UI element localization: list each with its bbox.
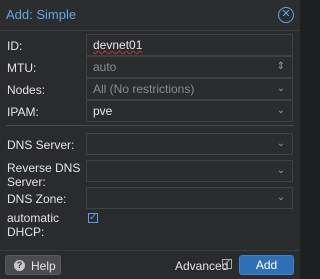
dns-zone-select[interactable]: ⌄ (86, 187, 293, 209)
row-ipam: IPAM: pve ⌄ (0, 100, 300, 124)
row-id: ID: devnet01 (0, 34, 300, 58)
row-nodes: Nodes: All (No restrictions) ⌄ (0, 78, 300, 102)
ipam-select[interactable]: pve ⌄ (86, 100, 293, 122)
mtu-placeholder: auto (93, 60, 117, 74)
add-button[interactable]: Add (239, 255, 294, 275)
mtu-label: MTU: (7, 61, 37, 75)
automatic-dhcp-label: automatic DHCP: (7, 211, 59, 239)
dialog-footer: ? Help Advanced ✓ Add (0, 250, 300, 279)
chevron-down-icon[interactable]: ⌄ (275, 104, 287, 118)
id-value: devnet01 (93, 38, 143, 52)
automatic-dhcp-label-line1: automatic (7, 211, 60, 225)
ipam-label: IPAM: (7, 105, 39, 119)
chevron-down-icon[interactable]: ⌄ (275, 191, 287, 205)
automatic-dhcp-checkbox[interactable]: ✓ (88, 213, 98, 223)
close-icon[interactable]: ✕ (278, 7, 294, 23)
mtu-field[interactable]: auto ⇕ (86, 56, 293, 78)
help-button[interactable]: ? Help (5, 255, 61, 275)
help-icon: ? (14, 260, 25, 271)
id-label: ID: (7, 39, 23, 53)
row-automatic-dhcp: automatic DHCP: (0, 210, 300, 240)
advanced-label: Advanced (175, 259, 229, 273)
spinner-icon[interactable]: ⇕ (275, 60, 287, 74)
nodes-placeholder: All (No restrictions) (93, 82, 195, 96)
ipam-value: pve (93, 104, 113, 118)
row-dns-server: DNS Server: ⌄ (0, 133, 300, 157)
automatic-dhcp-label-line2: DHCP: (7, 225, 45, 239)
chevron-down-icon[interactable]: ⌄ (275, 82, 287, 96)
chevron-down-icon[interactable]: ⌄ (275, 137, 287, 151)
dialog-title: Add: Simple (6, 7, 77, 22)
dns-server-label: DNS Server: (7, 138, 75, 152)
dns-server-select[interactable]: ⌄ (86, 133, 293, 155)
nodes-label: Nodes: (7, 83, 46, 97)
chevron-down-icon[interactable]: ⌄ (275, 164, 287, 178)
row-dns-zone: DNS Zone: ⌄ (0, 187, 300, 211)
row-mtu: MTU: auto ⇕ (0, 56, 300, 80)
advanced-checkbox[interactable]: ✓ (222, 259, 232, 269)
reverse-dns-select[interactable]: ⌄ (86, 160, 293, 182)
nodes-select[interactable]: All (No restrictions) ⌄ (86, 78, 293, 100)
dialog-titlebar: Add: Simple ✕ (0, 0, 300, 31)
reverse-dns-label-line1: Reverse DNS (7, 161, 81, 175)
id-field[interactable]: devnet01 (86, 34, 293, 56)
dns-zone-label: DNS Zone: (7, 192, 67, 206)
help-label: Help (31, 259, 56, 273)
row-reverse-dns: Reverse DNS Server: ⌄ (0, 160, 300, 189)
section-divider (6, 125, 294, 126)
reverse-dns-label: Reverse DNS Server: (7, 161, 80, 189)
add-simple-dialog: Add: Simple ✕ ID: devnet01 MTU: auto ⇕ N… (0, 0, 300, 279)
